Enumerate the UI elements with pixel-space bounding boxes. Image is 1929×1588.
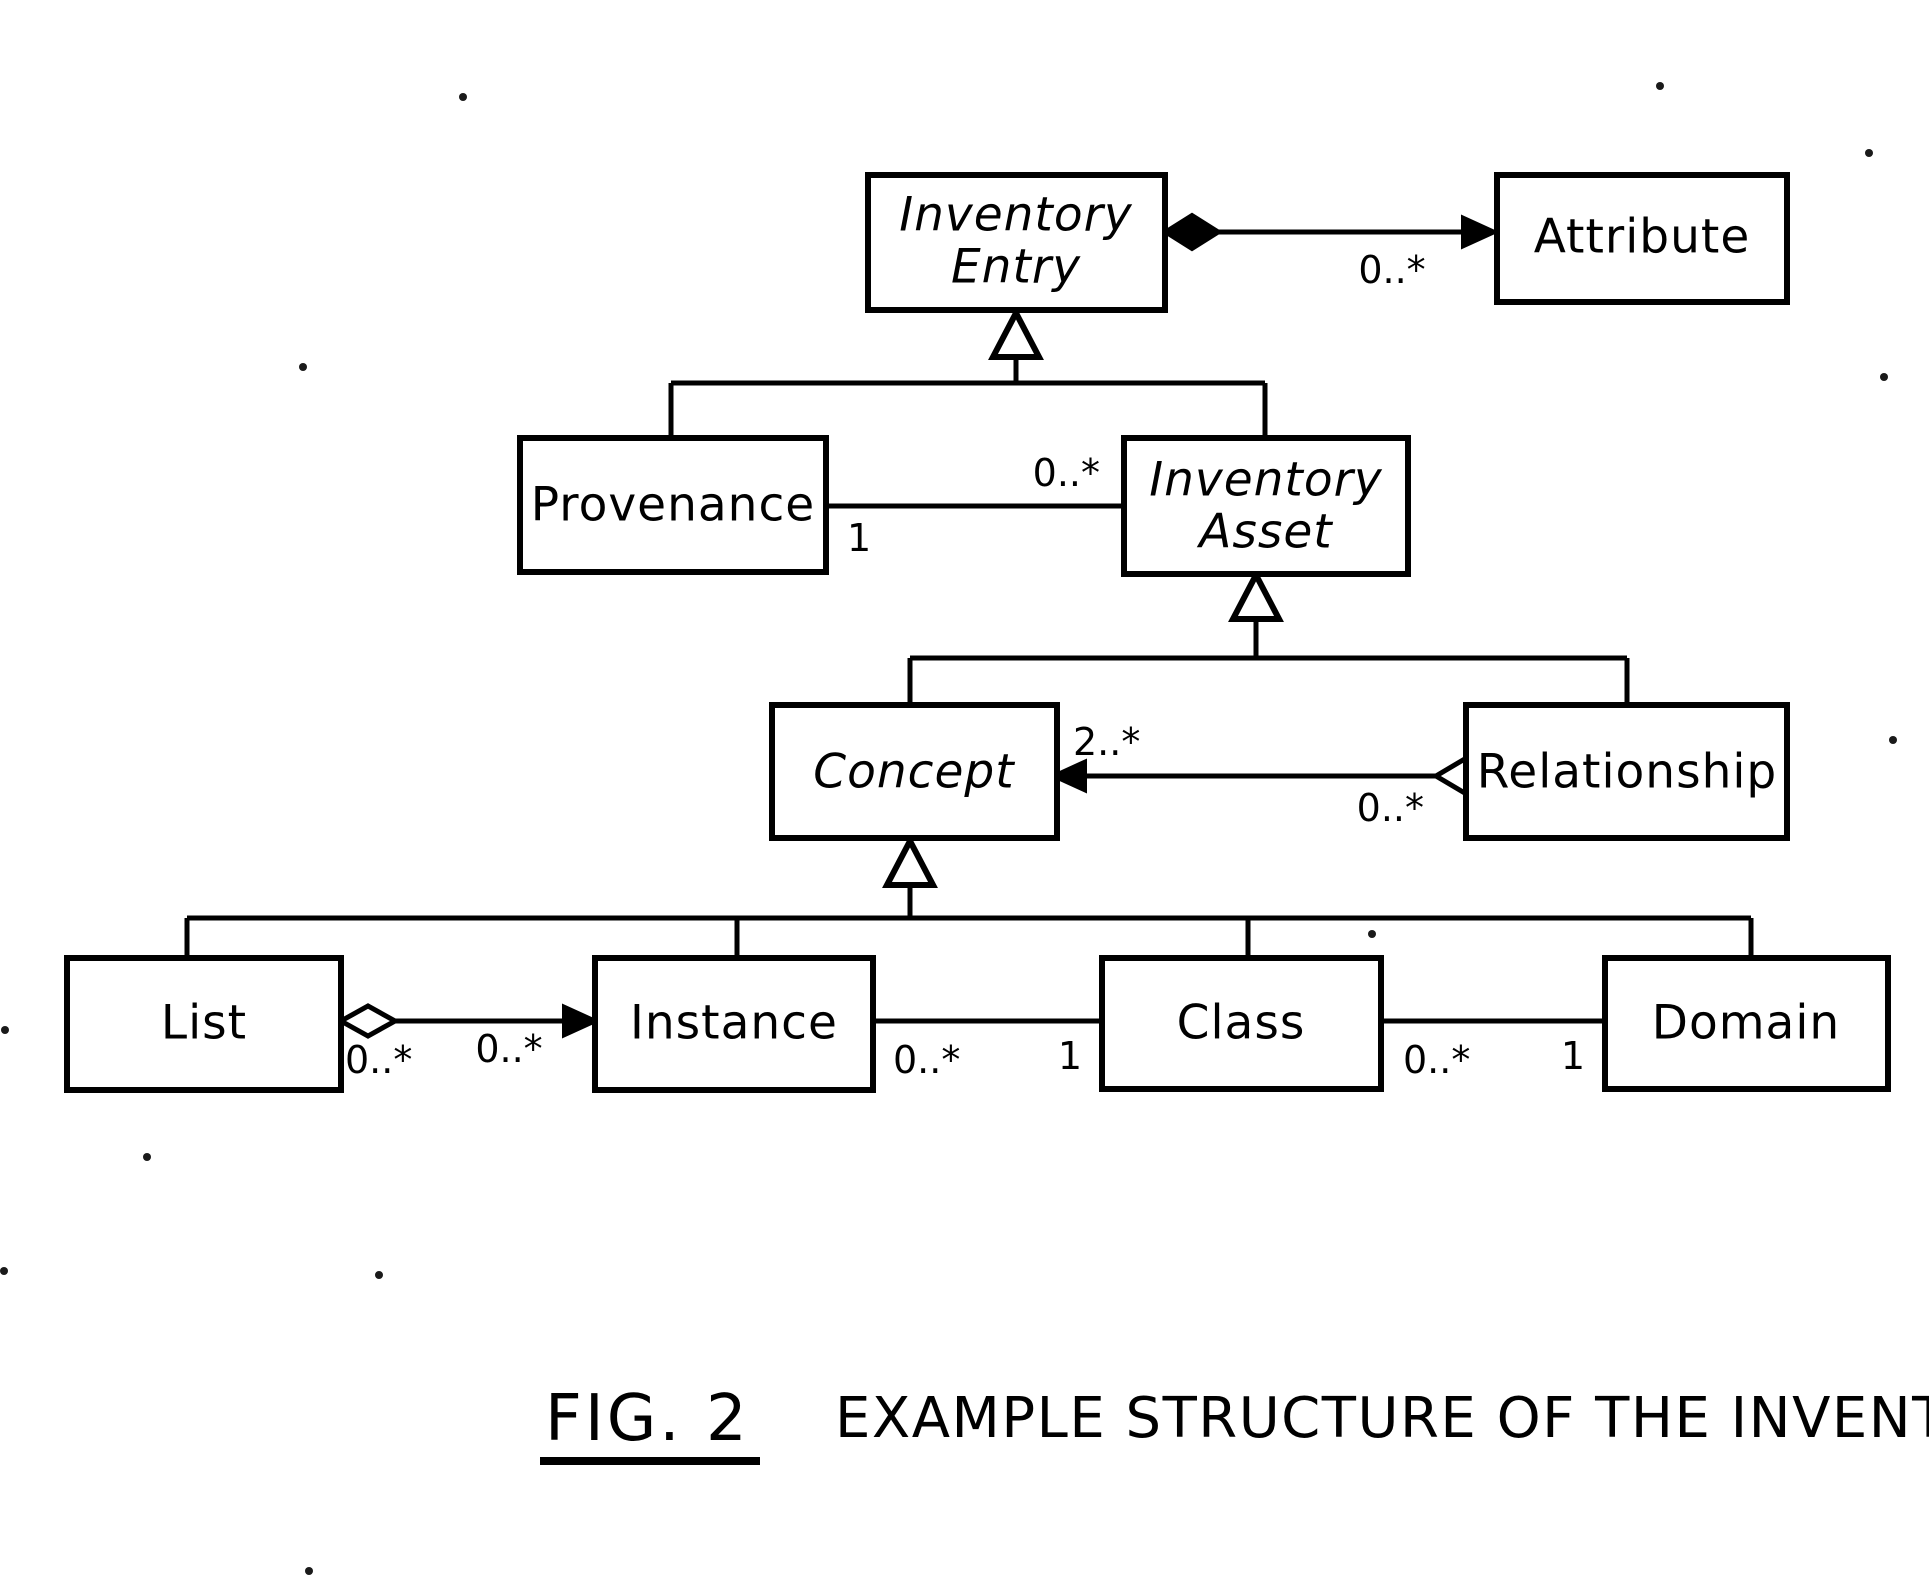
multiplicity-provenance: 1 bbox=[847, 516, 871, 560]
class-name-line1: Inventory bbox=[899, 188, 1133, 243]
hollow-triangle-icon bbox=[882, 834, 938, 888]
multiplicity-class-from-instance: 1 bbox=[1058, 1034, 1082, 1078]
class-name: Concept bbox=[813, 745, 1015, 800]
class-name-line2: Asset bbox=[1196, 505, 1333, 560]
generalization-concept bbox=[184, 834, 1754, 958]
class-node-class[interactable]: Class bbox=[1099, 955, 1384, 1092]
figure-caption-text: EXAMPLE STRUCTURE OF THE INVENTORY bbox=[835, 1386, 1929, 1451]
filled-diamond-icon bbox=[1161, 212, 1223, 252]
multiplicity-instance-to-class: 0..* bbox=[893, 1038, 960, 1082]
class-name: Domain bbox=[1652, 996, 1840, 1051]
class-name-line1: Inventory bbox=[1149, 453, 1383, 508]
arrow-head-icon bbox=[1461, 214, 1500, 250]
figure-container: Attribute : composition 0..* --> 0..* 1 … bbox=[0, 0, 1929, 1588]
multiplicity-entry-attribute: 0..* bbox=[1358, 248, 1425, 292]
class-name-line2: Entry bbox=[951, 240, 1081, 295]
relation-class-domain: 0..* 1 bbox=[1381, 1018, 1605, 1082]
multiplicity-relationship: 0..* bbox=[1357, 786, 1424, 830]
hollow-triangle-icon bbox=[1228, 568, 1284, 622]
class-name: Attribute bbox=[1534, 210, 1751, 265]
class-node-attribute[interactable]: Attribute bbox=[1494, 172, 1790, 305]
multiplicity-list: 0..* bbox=[345, 1038, 412, 1082]
generalization-inventory-entry bbox=[668, 306, 1268, 438]
multiplicity-concept: 2..* bbox=[1073, 720, 1140, 764]
multiplicity-class-to-domain: 0..* bbox=[1403, 1038, 1470, 1082]
class-name: Relationship bbox=[1477, 745, 1778, 800]
figure-label: FIG. 2 bbox=[545, 1382, 750, 1456]
class-node-relationship[interactable]: Relationship bbox=[1463, 702, 1790, 841]
relation-list-instance: 0..* 0..* bbox=[335, 1003, 601, 1082]
class-node-inventory-entry[interactable]: Inventory Entry bbox=[865, 172, 1168, 313]
relation-entry-attribute: 0..* bbox=[1161, 212, 1500, 292]
class-node-provenance[interactable]: Provenance bbox=[517, 435, 829, 575]
class-node-concept[interactable]: Concept bbox=[769, 702, 1060, 841]
class-node-instance[interactable]: Instance bbox=[592, 955, 876, 1093]
relation-provenance-asset: 1 0..* bbox=[826, 451, 1124, 560]
hollow-diamond-icon bbox=[335, 1003, 401, 1039]
multiplicity-domain-from-class: 1 bbox=[1561, 1034, 1585, 1078]
uml-class-diagram: Attribute : composition 0..* --> 0..* 1 … bbox=[0, 82, 1929, 1575]
relation-relationship-concept: 2..* 0..* bbox=[1048, 720, 1495, 830]
class-name: Class bbox=[1177, 996, 1306, 1051]
multiplicity-asset: 0..* bbox=[1033, 451, 1100, 495]
class-node-inventory-asset[interactable]: Inventory Asset bbox=[1121, 435, 1411, 577]
hollow-triangle-icon bbox=[988, 306, 1044, 360]
class-name: Provenance bbox=[531, 478, 815, 533]
class-name: List bbox=[161, 996, 247, 1051]
figure-caption-group: FIG. 2 EXAMPLE STRUCTURE OF THE INVENTOR… bbox=[540, 1382, 1929, 1465]
class-name: Instance bbox=[630, 996, 838, 1051]
relation-instance-class: 0..* 1 bbox=[873, 1018, 1102, 1082]
class-node-domain[interactable]: Domain bbox=[1602, 955, 1891, 1092]
multiplicity-instance-from-list: 0..* bbox=[475, 1027, 542, 1071]
class-node-list[interactable]: List bbox=[64, 955, 344, 1093]
generalization-inventory-asset bbox=[907, 568, 1630, 705]
